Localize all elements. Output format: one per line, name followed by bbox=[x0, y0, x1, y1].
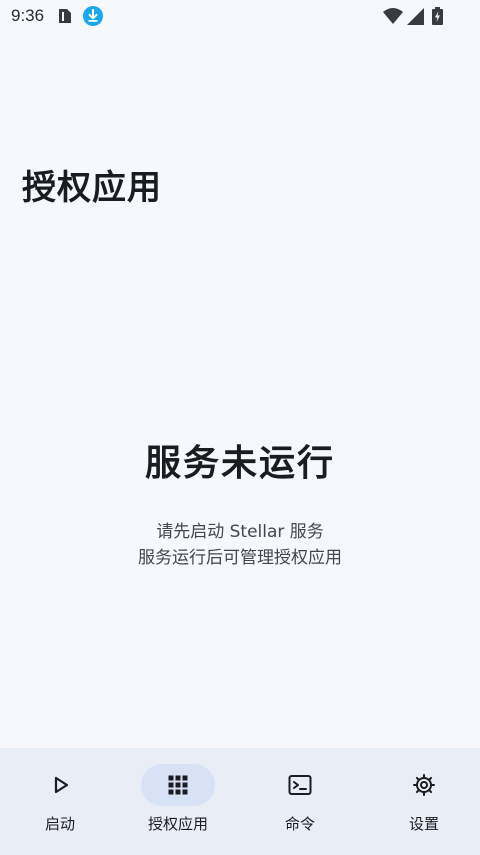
play-icon bbox=[54, 776, 69, 794]
empty-state-title: 服务未运行 bbox=[144, 443, 335, 484]
nav-item-authorized-apps[interactable]: 授权应用 bbox=[118, 748, 238, 855]
status-time: 9:36 bbox=[11, 6, 45, 25]
empty-state-line-2: 服务运行后可管理授权应用 bbox=[138, 548, 342, 568]
gear-icon bbox=[413, 774, 435, 796]
empty-state-description: 请先启动 Stellar 服务 服务运行后可管理授权应用 bbox=[0, 519, 480, 571]
empty-state: 服务未运行 请先启动 Stellar 服务 服务运行后可管理授权应用 bbox=[0, 434, 480, 571]
download-icon bbox=[83, 6, 103, 26]
nav-label-commands: 命令 bbox=[284, 815, 315, 833]
status-bar: 9:36 bbox=[0, 0, 480, 34]
nav-label-start: 启动 bbox=[44, 815, 75, 833]
page-title: 授权应用 bbox=[22, 168, 162, 208]
apps-grid-icon bbox=[168, 775, 188, 795]
nav-label-authorized-apps: 授权应用 bbox=[147, 815, 208, 833]
terminal-icon bbox=[288, 775, 312, 795]
nav-item-settings[interactable]: 设置 bbox=[364, 748, 480, 855]
nav-label-settings: 设置 bbox=[408, 815, 439, 833]
nav-item-start[interactable]: 启动 bbox=[0, 748, 120, 855]
wifi-icon bbox=[383, 8, 403, 24]
bottom-navigation: 启动 授权应用 命令 设置 bbox=[0, 748, 480, 855]
battery-charging-icon bbox=[432, 7, 443, 25]
empty-state-line-1: 请先启动 Stellar 服务 bbox=[156, 522, 324, 542]
signal-icon bbox=[407, 8, 424, 25]
sim-card-icon bbox=[59, 9, 71, 23]
nav-item-commands[interactable]: 命令 bbox=[240, 748, 360, 855]
